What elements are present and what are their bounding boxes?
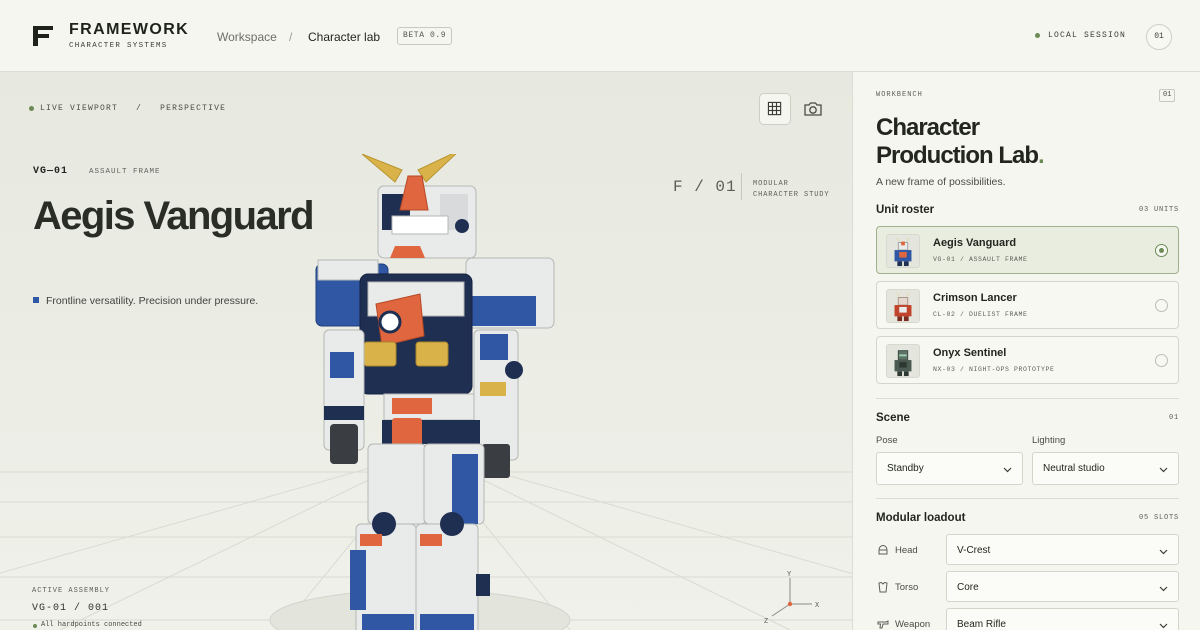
session-label: LOCAL SESSION	[1048, 31, 1127, 40]
torso-icon	[878, 581, 888, 593]
roster-item-aegis-vanguard[interactable]: Aegis Vanguard VG-01 / ASSAULT FRAME	[876, 226, 1179, 274]
assembly-status-dot	[33, 624, 37, 628]
roster-radio[interactable]	[1155, 299, 1168, 312]
axis-z-label: Z	[764, 618, 768, 626]
weapon-slot-select[interactable]: Beam Rifle	[946, 608, 1179, 630]
chevron-down-icon	[1159, 467, 1168, 473]
roster-item-name: Onyx Sentinel	[933, 347, 1007, 359]
workbench-title: Character Production Lab.	[876, 114, 1176, 170]
roster-count: 03 UNITS	[1138, 206, 1179, 214]
brand-name[interactable]: FRAMEWORK	[69, 21, 189, 39]
slot-label-head: Head	[895, 545, 918, 556]
workbench-panel: WORKBENCH 01 Character Production Lab. A…	[852, 72, 1200, 630]
frame-description: MODULAR CHARACTER STUDY	[753, 179, 830, 201]
axis-y-label: Y	[787, 571, 792, 579]
pose-value: Standby	[887, 463, 924, 474]
frame-divider	[741, 173, 742, 200]
roster-item-onyx-sentinel[interactable]: Onyx Sentinel NX-03 / NIGHT-OPS PROTOTYP…	[876, 336, 1179, 384]
roster-item-crimson-lancer[interactable]: Crimson Lancer CL-02 / DUELIST FRAME	[876, 281, 1179, 329]
assembly-status: All hardpoints connected	[41, 621, 142, 629]
roster-item-code: NX-03 / NIGHT-OPS PROTOTYPE	[933, 366, 1055, 373]
unit-class: ASSAULT FRAME	[89, 168, 161, 176]
viewport-live-dot	[29, 106, 34, 111]
beta-badge: BETA 0.9	[397, 27, 453, 45]
robot-model[interactable]	[300, 154, 570, 630]
breadcrumb-character-lab: Character lab	[308, 30, 381, 44]
helmet-icon	[878, 544, 888, 555]
unit-code: VG—01	[33, 166, 69, 177]
loadout-title: Modular loadout	[876, 512, 966, 524]
section-divider	[876, 398, 1179, 399]
roster-radio[interactable]	[1155, 354, 1168, 367]
weapon-slot-value: Beam Rifle	[957, 619, 1006, 630]
onyx-sentinel-thumbnail	[886, 344, 920, 378]
roster-item-code: VG-01 / ASSAULT FRAME	[933, 256, 1028, 263]
app-header: FRAMEWORK CHARACTER SYSTEMS Workspace / …	[0, 0, 1200, 72]
chevron-down-icon	[1003, 467, 1012, 473]
frame-number: F / 01	[673, 178, 737, 196]
axis-x-label: X	[815, 602, 820, 610]
unit-name-heading: Aegis Vanguard	[33, 194, 315, 238]
grid-icon	[767, 101, 782, 116]
slot-label-weapon: Weapon	[895, 619, 931, 630]
roster-item-name: Aegis Vanguard	[933, 237, 1017, 249]
viewport-mode: LIVE VIEWPORT	[40, 104, 119, 113]
head-slot-select[interactable]: V-Crest	[946, 534, 1179, 565]
roster-item-name: Crimson Lancer	[933, 292, 1017, 304]
tagline-marker	[33, 297, 39, 303]
chevron-down-icon	[1159, 623, 1168, 629]
viewport-projection[interactable]: PERSPECTIVE	[160, 104, 226, 113]
weapon-icon	[877, 620, 889, 629]
workbench-title-line-2: Production Lab	[876, 142, 1039, 169]
session-status-dot	[1035, 33, 1040, 38]
workbench-title-line-1: Character	[876, 114, 980, 141]
breadcrumb-workspace[interactable]: Workspace	[217, 30, 277, 44]
head-slot-value: V-Crest	[957, 545, 991, 556]
torso-slot-select[interactable]: Core	[946, 571, 1179, 602]
scene-count: 01	[1168, 414, 1179, 422]
torso-slot-value: Core	[957, 582, 979, 593]
chevron-down-icon	[1159, 549, 1168, 555]
workbench-title-dot: .	[1038, 142, 1045, 169]
viewport-sep: /	[136, 104, 143, 113]
roster-radio-selected[interactable]	[1155, 244, 1168, 257]
lighting-select[interactable]: Neutral studio	[1032, 452, 1179, 485]
camera-icon[interactable]	[800, 96, 826, 122]
roster-item-code: CL-02 / DUELIST FRAME	[933, 311, 1028, 318]
section-divider	[876, 498, 1179, 499]
aegis-vanguard-thumbnail	[886, 234, 920, 268]
scene-title: Scene	[876, 412, 910, 424]
crimson-lancer-thumbnail	[886, 289, 920, 323]
loadout-count: 05 SLOTS	[1138, 514, 1179, 522]
unit-tagline: Frontline versatility. Precision under p…	[46, 295, 259, 307]
workbench-subtitle: A new frame of possibilities.	[876, 176, 1006, 188]
frame-desc-line-1: MODULAR	[753, 180, 789, 188]
framework-logo-icon[interactable]	[33, 26, 53, 46]
brand-subtitle: CHARACTER SYSTEMS	[69, 42, 168, 50]
grid-toggle-button[interactable]	[759, 93, 791, 125]
user-avatar[interactable]: 01	[1146, 24, 1172, 50]
frame-desc-line-2: CHARACTER STUDY	[753, 191, 830, 199]
axis-gizmo-icon: Y X Z	[764, 571, 820, 626]
lighting-value: Neutral studio	[1043, 463, 1105, 474]
breadcrumb-separator: /	[289, 30, 293, 44]
pose-select[interactable]: Standby	[876, 452, 1023, 485]
viewport-mode-label: LIVE VIEWPORT / PERSPECTIVE	[40, 104, 226, 113]
live-viewport[interactable]: LIVE VIEWPORT / PERSPECTIVE VG—01 ASSAUL…	[0, 72, 852, 630]
roster-title: Unit roster	[876, 204, 935, 216]
workbench-badge: 01	[1159, 89, 1176, 102]
pose-label: Pose	[876, 435, 898, 446]
chevron-down-icon	[1159, 586, 1168, 592]
lighting-label: Lighting	[1032, 435, 1066, 446]
assembly-label: ACTIVE ASSEMBLY	[32, 587, 111, 595]
slot-label-torso: Torso	[895, 582, 919, 593]
workbench-label: WORKBENCH	[876, 91, 923, 99]
assembly-code: VG-01 / 001	[32, 603, 110, 614]
